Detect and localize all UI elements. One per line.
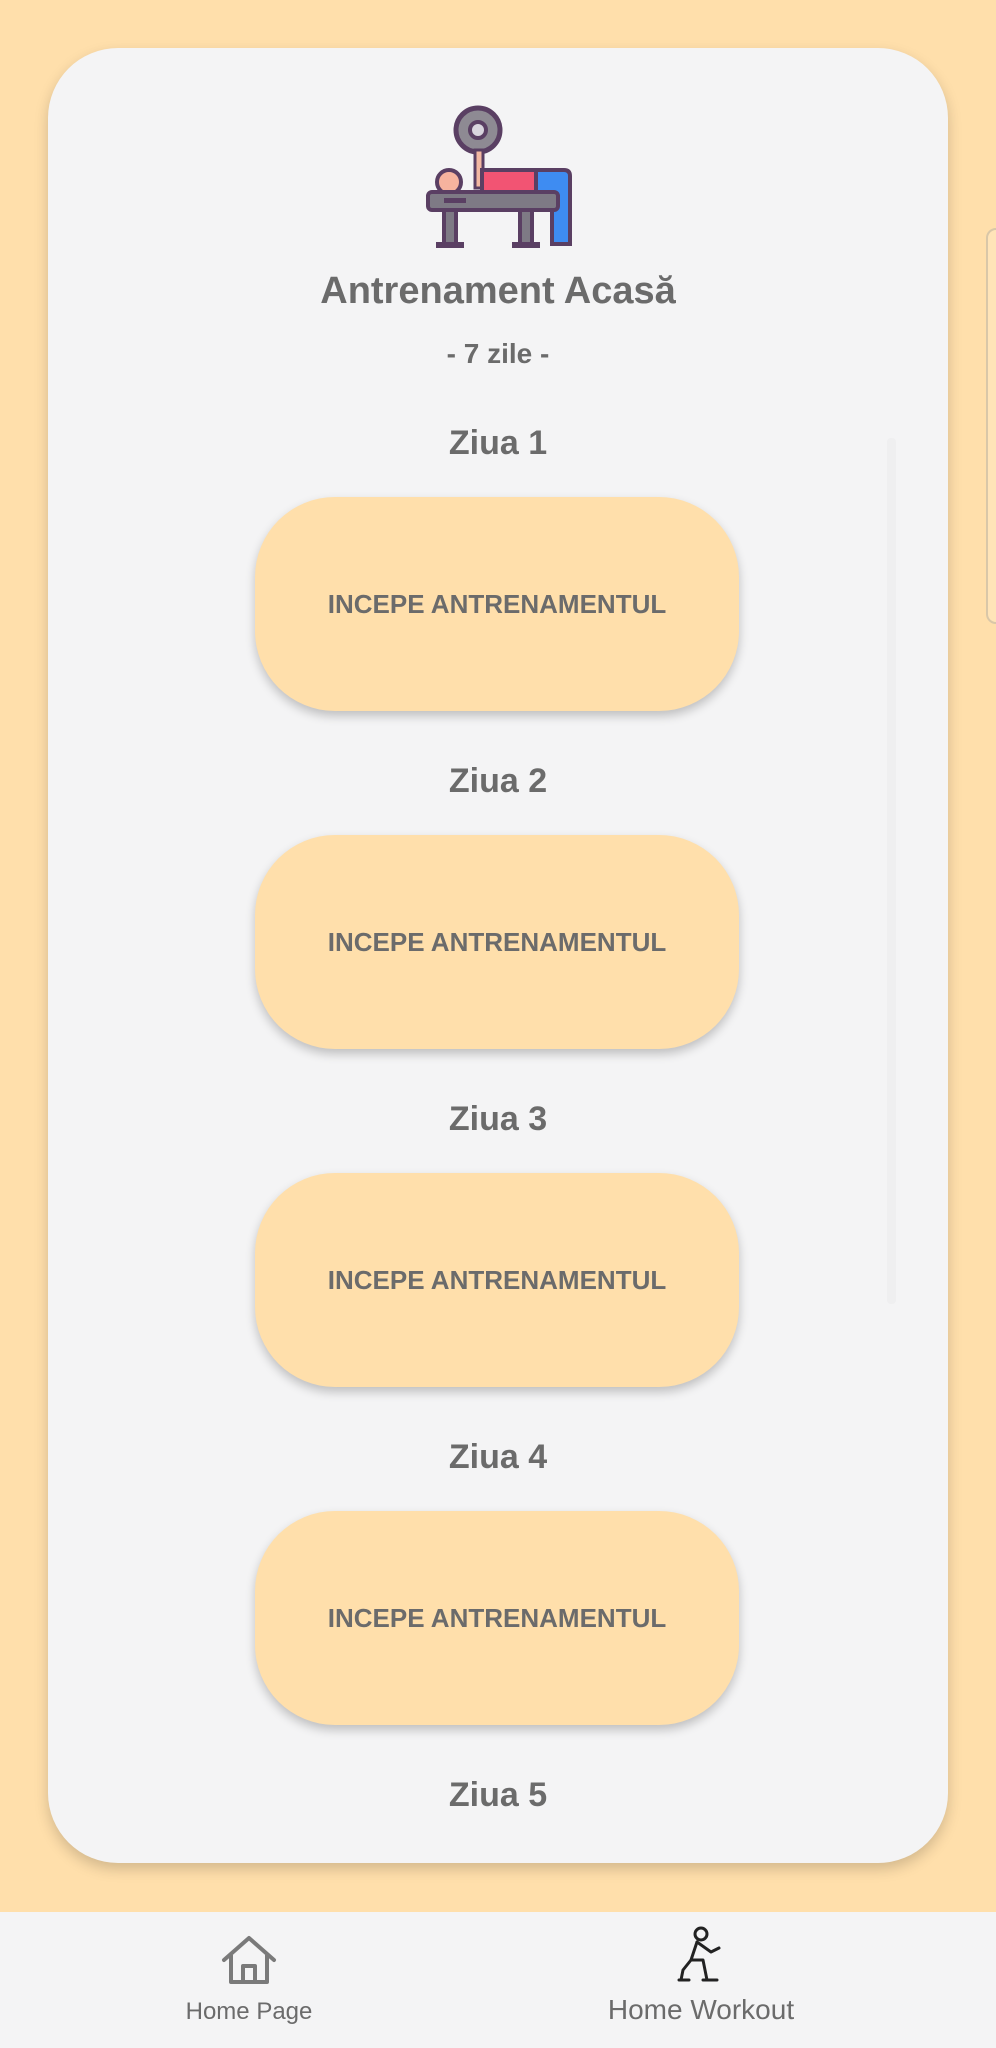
day-list: Ziua 1 INCEPE ANTRENAMENTUL Ziua 2 INCEP… (48, 413, 948, 1863)
exercise-person-icon (677, 1926, 721, 1982)
start-workout-button[interactable]: INCEPE ANTRENAMENTUL (255, 497, 739, 711)
bottom-navigation: Home Page Home Workout (0, 1912, 996, 2048)
day-block: Ziua 5 (48, 1765, 948, 1825)
day-label: Ziua 5 (448, 1776, 548, 1814)
nav-label-home-page: Home Page (185, 1998, 313, 2025)
day-block: Ziua 4 (48, 1427, 948, 1487)
day-label: Ziua 3 (448, 1100, 548, 1138)
day-block: Ziua 1 (48, 413, 948, 473)
app-screen: Antrenament Acasă - 7 zile - Ziua 1 INCE… (0, 0, 996, 2048)
bench-press-icon (426, 105, 572, 248)
day-block: Ziua 3 (48, 1089, 948, 1149)
side-drawer-handle[interactable] (986, 228, 996, 624)
nav-item-home-page[interactable]: Home Page (0, 1912, 498, 2048)
day-label: Ziua 2 (448, 762, 548, 800)
home-icon (222, 1936, 276, 1984)
day-label: Ziua 4 (448, 1438, 548, 1476)
workout-card: Antrenament Acasă - 7 zile - Ziua 1 INCE… (48, 48, 948, 1863)
page-subtitle: - 7 zile - (446, 338, 550, 369)
nav-item-home-workout[interactable]: Home Workout (452, 1912, 950, 2048)
start-workout-button[interactable]: INCEPE ANTRENAMENTUL (255, 835, 739, 1049)
nav-label-home-workout: Home Workout (607, 1994, 795, 2025)
day-label: Ziua 1 (448, 424, 548, 462)
page-title: Antrenament Acasă (320, 270, 676, 312)
day-block: Ziua 2 (48, 751, 948, 811)
start-workout-button[interactable]: INCEPE ANTRENAMENTUL (255, 1173, 739, 1387)
start-workout-button[interactable]: INCEPE ANTRENAMENTUL (255, 1511, 739, 1725)
